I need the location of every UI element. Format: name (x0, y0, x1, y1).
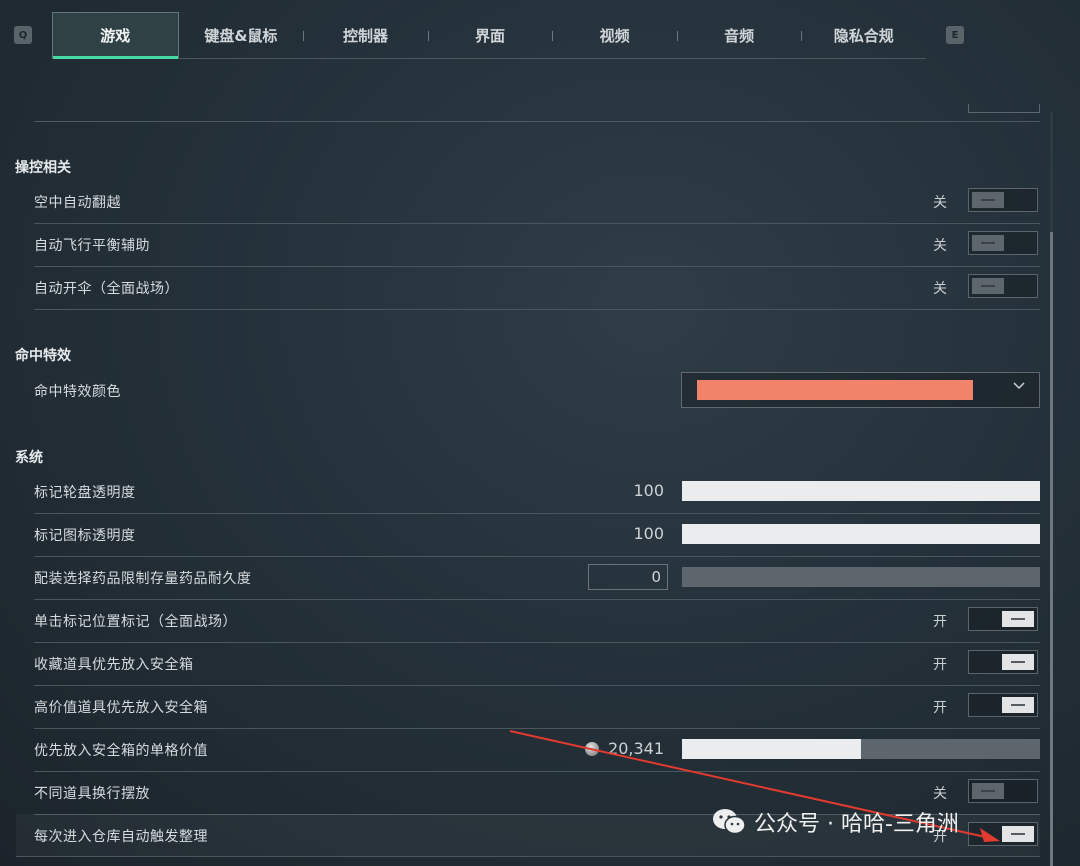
wechat-icon (713, 809, 746, 835)
red-annotation-arrow (509, 730, 1000, 842)
watermark: 公众号 · 哈哈-三角洲 (712, 806, 959, 838)
watermark-text: 公众号 · 哈哈-三角洲 (754, 812, 959, 837)
